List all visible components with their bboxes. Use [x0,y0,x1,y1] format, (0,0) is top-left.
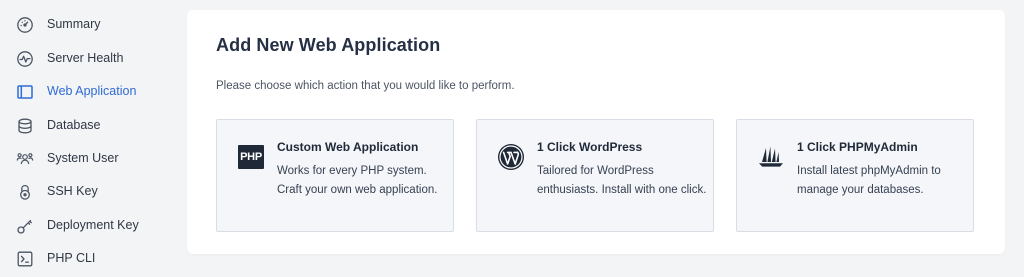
page-subtitle: Please choose which action that you woul… [216,80,515,92]
main-card: Add New Web Application Please choose wh… [187,10,1005,254]
sidebar-item-web-application[interactable]: Web Application [0,75,186,109]
sidebar-item-label: PHP CLI [47,251,96,265]
sidebar-item-ssh-key[interactable]: SSH Key [0,175,186,209]
sidebar-item-php-cli[interactable]: PHP CLI [0,242,186,276]
sidebar-item-summary[interactable]: Summary [0,8,186,42]
phpmyadmin-option[interactable]: 1 Click PHPMyAdmin Install latest phpMyA… [736,119,974,232]
sidebar-item-label: SSH Key [47,184,98,198]
phpmyadmin-sailboat-icon [756,142,786,172]
browser-window-icon [16,83,34,101]
database-icon [16,117,34,135]
pulse-icon [16,50,34,68]
php-icon: PHP [236,142,266,172]
wordpress-icon [496,142,526,172]
sidebar-item-deployment-key[interactable]: Deployment Key [0,209,186,243]
custom-web-application-option[interactable]: PHP Custom Web Application Works for eve… [216,119,454,232]
gauge-icon [16,16,34,34]
sidebar-item-server-health[interactable]: Server Health [0,42,186,76]
sidebar-item-label: Web Application [47,84,137,98]
wordpress-option[interactable]: 1 Click WordPress Tailored for WordPress… [476,119,714,232]
sidebar-item-label: Deployment Key [47,218,139,232]
sidebar-item-database[interactable]: Database [0,109,186,143]
terminal-icon [16,250,34,268]
sidebar-item-system-user[interactable]: System User [0,142,186,176]
lock-icon [16,183,34,201]
option-description: Install latest phpMyAdmin to manage your… [797,165,941,196]
php-icon-label: PHP [238,145,264,169]
option-description: Tailored for WordPress enthusiasts. Inst… [537,165,707,196]
users-icon [16,150,34,168]
sidebar-item-label: Database [47,118,101,132]
page-title: Add New Web Application [216,35,441,55]
sidebar: Summary Server Health Web Application Da… [0,0,186,277]
sidebar-item-label: Server Health [47,51,124,65]
option-title: 1 Click PHPMyAdmin [797,140,918,154]
option-title: Custom Web Application [277,140,419,154]
option-description: Works for every PHP system. Craft your o… [277,165,438,196]
option-title: 1 Click WordPress [537,140,643,154]
sidebar-item-label: System User [47,151,119,165]
sidebar-item-label: Summary [47,17,101,31]
key-icon [16,217,34,235]
